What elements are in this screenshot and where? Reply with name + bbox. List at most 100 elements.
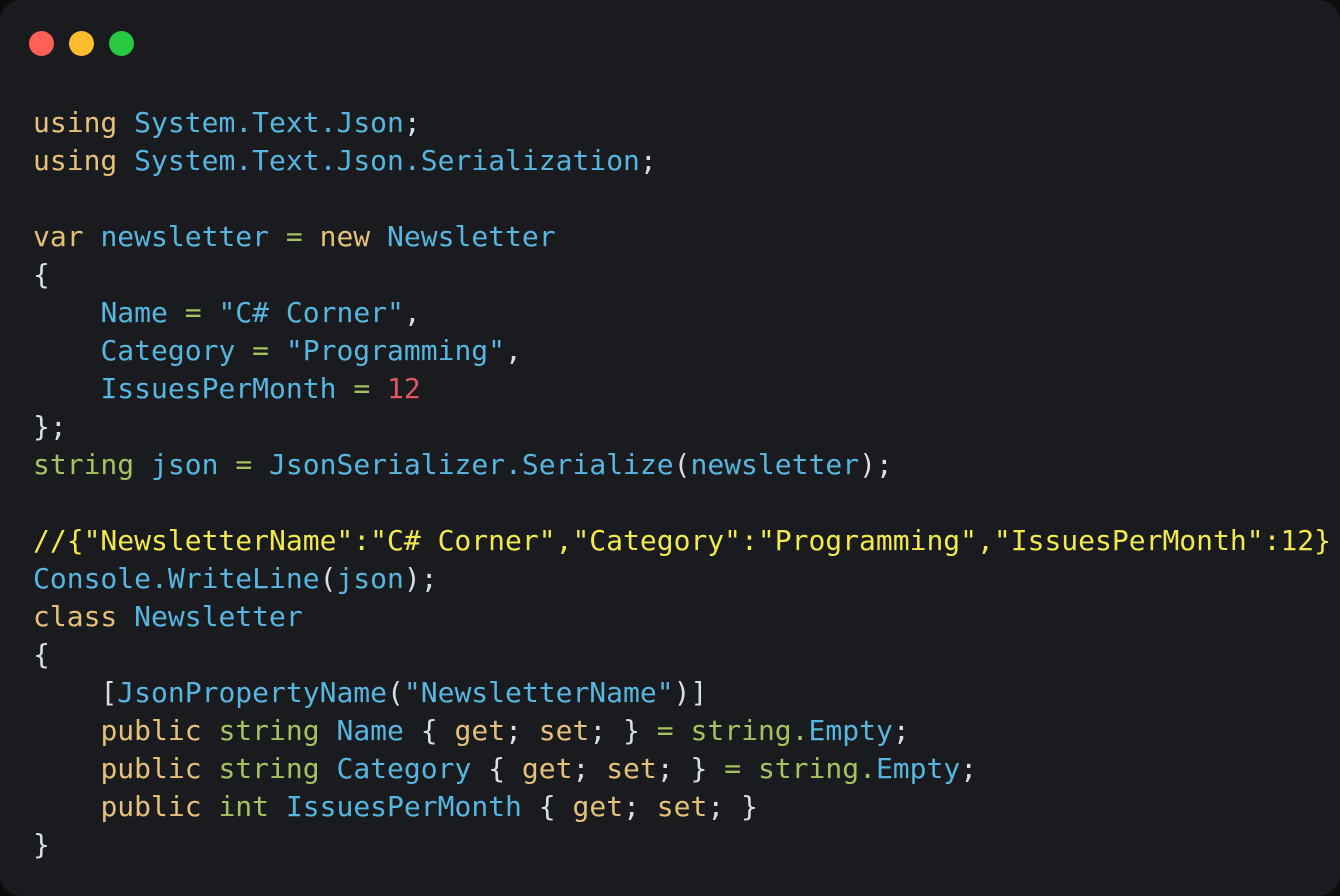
- code-token: var: [33, 220, 84, 253]
- code-token: }: [33, 410, 50, 443]
- maximize-window-button[interactable]: [109, 31, 134, 56]
- code-token: ;: [623, 790, 640, 823]
- code-token: .: [319, 106, 337, 139]
- code-line: //{"NewsletterName":"C# Corner","Categor…: [33, 522, 1336, 560]
- code-token: IssuesPerMonth: [100, 372, 337, 405]
- code-line: {: [33, 256, 1336, 294]
- code-token: JsonPropertyName: [117, 676, 388, 709]
- code-line: class Newsletter: [33, 598, 1336, 636]
- code-token: public: [100, 790, 202, 823]
- code-token: .: [403, 144, 421, 177]
- code-token: json: [336, 562, 404, 595]
- code-token: ;: [707, 790, 725, 823]
- code-token: Newsletter: [134, 600, 303, 633]
- code-token: ;: [960, 752, 978, 785]
- code-token: Empty: [875, 752, 961, 785]
- code-token: IssuesPerMonth: [285, 790, 522, 823]
- code-token: =: [353, 372, 371, 405]
- code-line: public string Category { get; set; } = s…: [33, 750, 1336, 788]
- code-token: get: [572, 790, 624, 823]
- code-token: ;: [420, 562, 438, 595]
- code-token: }: [623, 714, 640, 747]
- code-token: new: [319, 220, 371, 253]
- code-token: .: [859, 752, 876, 785]
- code-token: class: [33, 600, 118, 633]
- code-token: ): [673, 676, 691, 709]
- code-token: .: [235, 144, 253, 177]
- code-line: var newsletter = new Newsletter: [33, 218, 1336, 256]
- close-window-button[interactable]: [29, 31, 54, 56]
- code-line: Console.WriteLine(json);: [33, 560, 1336, 598]
- code-token: public: [100, 714, 202, 747]
- code-token: .: [791, 714, 809, 747]
- code-token: ;: [403, 106, 421, 139]
- code-token: Serialize: [521, 448, 674, 481]
- code-token: Newsletter: [387, 220, 556, 253]
- code-token: 12: [387, 372, 421, 405]
- code-token: }: [690, 752, 708, 785]
- code-token: set: [656, 790, 708, 823]
- code-token: Name: [336, 714, 404, 747]
- code-token: ]: [690, 676, 708, 709]
- code-token: .: [151, 562, 168, 595]
- code-token: ;: [892, 714, 910, 747]
- code-line: Name = "C# Corner",: [33, 294, 1336, 332]
- code-token: .: [319, 144, 337, 177]
- code-line: string json = JsonSerializer.Serialize(n…: [33, 446, 1336, 484]
- code-line: public int IssuesPerMonth { get; set; }: [33, 788, 1336, 826]
- code-line: [JsonPropertyName("NewsletterName")]: [33, 674, 1336, 712]
- code-token: get: [521, 752, 573, 785]
- code-token: System: [134, 144, 236, 177]
- code-token: "Programming": [285, 334, 506, 367]
- code-token: Text: [252, 106, 320, 139]
- code-token: Category: [100, 334, 236, 367]
- code-line: }: [33, 826, 1336, 864]
- code-line: {: [33, 636, 1336, 674]
- code-token: Console: [33, 562, 152, 595]
- code-token: [: [100, 676, 118, 709]
- code-token: ): [403, 562, 421, 595]
- code-line: };: [33, 408, 1336, 446]
- code-token: newsletter: [100, 220, 270, 253]
- code-token: Json: [336, 144, 404, 177]
- code-token: "NewsletterName": [403, 676, 674, 709]
- code-token: {: [488, 752, 506, 785]
- code-token: =: [184, 296, 202, 329]
- code-token: string: [757, 752, 860, 785]
- code-token: .: [235, 106, 253, 139]
- code-token: Json: [336, 106, 404, 139]
- window-titlebar: [0, 0, 1340, 88]
- code-token: "C# Corner": [218, 296, 404, 329]
- minimize-window-button[interactable]: [69, 31, 94, 56]
- code-token: using: [33, 144, 118, 177]
- code-token: System: [134, 106, 236, 139]
- code-block[interactable]: using System.Text.Json; using System.Text…: [33, 104, 1336, 864]
